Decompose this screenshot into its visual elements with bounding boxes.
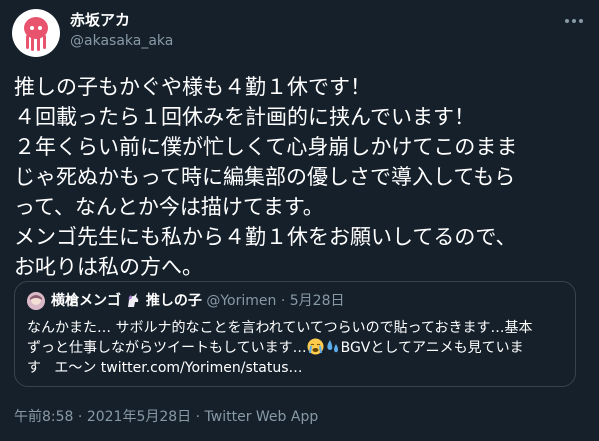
crying-face-icon: [307, 338, 324, 355]
quote-line-segment: す: [27, 360, 41, 376]
author-display-name[interactable]: 赤坂アカ: [70, 10, 173, 30]
quote-line-segment: BGVとしてアニメも見ていま: [340, 340, 524, 356]
tweet-text: 推しの子もかぐや様も４勤１休です！ ４回載ったら１回休みを計画的に挟んでいます！…: [14, 72, 590, 282]
tweet-line: じゃ死ぬかもって時に編集部の優しさで導入してもら: [14, 165, 516, 189]
author-handle[interactable]: @akasaka_aka: [70, 31, 173, 51]
quote-line: す エ〜ン twitter.com/Yorimen/status…: [27, 358, 567, 378]
more-options-button[interactable]: [561, 8, 587, 34]
quote-line-segment: ずっと仕事しながらツイートもしています…: [27, 340, 307, 356]
author-avatar[interactable]: [12, 9, 60, 57]
tweet-time[interactable]: 午前8:58: [14, 409, 73, 425]
quote-display-name: 横槍メンゴ: [51, 293, 121, 309]
author-block: 赤坂アカ @akasaka_aka: [70, 10, 173, 51]
tweet-line: お叱りは私の方へ。: [14, 255, 203, 279]
avatar-illustration-icon: [27, 292, 45, 310]
quote-date: 5月28日: [289, 293, 345, 309]
quote-header: 横槍メンゴ 推しの子 @Yorimen · 5月28日: [51, 291, 344, 311]
octopus-icon: [24, 17, 48, 51]
tweet-source[interactable]: Twitter Web App: [205, 409, 319, 425]
quote-tweet-card[interactable]: 横槍メンゴ 推しの子 @Yorimen · 5月28日 なんかまた… サボルナ的…: [14, 281, 576, 387]
quote-handle: @Yorimen: [206, 293, 277, 309]
quote-line: なんかまた… サボルナ的なことを言われていてつらいので貼っておきます…基本: [27, 320, 533, 336]
quote-author-avatar: [27, 292, 45, 310]
tweet-metadata: 午前8:58 · 2021年5月28日 · Twitter Web App: [14, 406, 318, 426]
tweet-line: 推しの子もかぐや様も４勤１休です！: [14, 75, 371, 99]
meta-separator: ·: [195, 409, 201, 425]
tweet-line: メンゴ先生にも私から４勤１休をお願いしてるので、: [14, 225, 517, 249]
sweat-droplets-icon: [326, 340, 338, 353]
quote-separator: ·: [280, 293, 286, 309]
quote-line: ずっと仕事しながらツイートもしています… BGVとしてアニメも見ていま: [27, 338, 567, 358]
quote-text: なんかまた… サボルナ的なことを言われていてつらいので貼っておきます…基本 ずっ…: [27, 318, 567, 378]
more-icon: [565, 19, 583, 23]
meta-separator: ·: [77, 409, 83, 425]
tweet-line: って、なんとか今は描けてます。: [14, 195, 324, 219]
tweet-line: ２年くらい前に僕が忙しくて心身崩しかけてこのまま: [14, 135, 518, 159]
quote-name-suffix: 推しの子: [145, 293, 202, 309]
quote-link[interactable]: エ〜ン twitter.com/Yorimen/status…: [54, 360, 302, 376]
unicorn-icon: [128, 293, 139, 307]
tweet-date[interactable]: 2021年5月28日: [87, 409, 191, 425]
tweet-line: ４回載ったら１回休みを計画的に挟んでいます！: [14, 105, 475, 129]
